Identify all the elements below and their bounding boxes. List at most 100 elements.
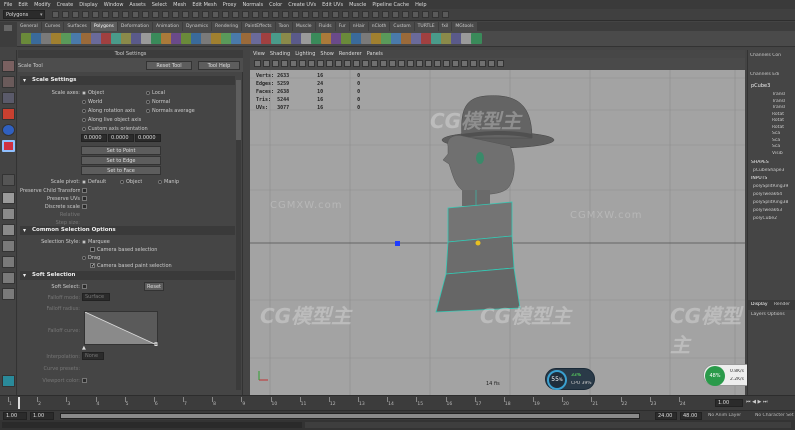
viewport-tool-icon[interactable] [290,60,297,67]
status-line-icon[interactable] [82,11,89,18]
status-line-icon[interactable] [442,11,449,18]
shelf-tab[interactable]: Deformation [117,22,152,31]
section-common-selection[interactable]: Common Selection Options [20,226,235,235]
status-line-icon[interactable] [242,11,249,18]
viewport-tool-icon[interactable] [254,60,261,67]
menu-item[interactable]: Edit [18,2,28,8]
paint-select-icon[interactable] [2,92,15,104]
shelf-tab[interactable]: Custom [390,22,414,31]
viewport-tool-icon[interactable] [326,60,333,67]
camera-paint-checkbox[interactable]: ✓ Camera based paint selection [90,263,172,269]
viewport-menu-item[interactable]: Shading [270,50,290,58]
menu-item[interactable]: Edit UVs [322,2,343,8]
shelf-tab[interactable]: Curves [41,22,64,31]
viewport-tool-icon[interactable] [371,60,378,67]
menu-item[interactable]: Mesh [173,2,186,8]
status-line-icon[interactable] [162,11,169,18]
axis-normal-radio[interactable]: Normal [146,99,170,105]
falloff-mode-dropdown[interactable]: Surface [82,293,110,301]
status-line-icon[interactable] [122,11,129,18]
scale-tool-icon[interactable] [2,140,15,152]
viewport-tool-icon[interactable] [272,60,279,67]
reset-tool-button[interactable]: Reset Tool [146,61,192,70]
channels-menu-item[interactable]: Channels [750,72,771,77]
channels-menu[interactable]: Channels Edi [750,72,779,77]
discrete-scale-checkbox[interactable] [82,204,87,209]
scroll-thumb[interactable] [236,80,241,140]
status-line-icon[interactable] [262,11,269,18]
channel-attribute[interactable]: Transl [772,92,785,97]
shelf-tab[interactable]: nHair [349,22,368,31]
status-line-icon[interactable] [292,11,299,18]
status-line-icon[interactable] [62,11,69,18]
options-menu-item[interactable]: Options [767,312,784,317]
menu-item[interactable]: Color [269,2,282,8]
mel-input[interactable] [2,422,302,428]
viewport-tool-icon[interactable] [353,60,360,67]
rotate-tool-icon[interactable] [2,124,15,136]
status-line-icon[interactable] [352,11,359,18]
tool-help-button[interactable]: Tool Help [198,61,240,70]
end-time-field[interactable]: 48.00 [680,412,702,420]
command-line[interactable] [0,420,795,430]
axis-live-radio[interactable]: Along live object axis [82,117,141,123]
status-line-icon[interactable] [322,11,329,18]
viewport-tool-icon[interactable] [317,60,324,67]
shelf-tab[interactable]: MGtools [452,22,477,31]
status-line-icon[interactable] [72,11,79,18]
shelf-tab[interactable]: Polygons [90,22,117,31]
layout-persp-graph-icon[interactable] [2,288,15,300]
channel-attribute[interactable]: Sca [772,138,780,143]
menu-item[interactable]: Edit Mesh [192,2,216,8]
viewport-tool-icon[interactable] [452,60,459,67]
viewport-tool-icon[interactable] [470,60,477,67]
shelf-tab[interactable]: PaintEffects [242,22,275,31]
status-line-icon[interactable] [212,11,219,18]
channel-attribute[interactable]: Rotat [772,125,784,130]
menu-item[interactable]: Window [104,2,124,8]
current-time-marker[interactable] [18,397,20,409]
status-line-icon[interactable] [192,11,199,18]
status-line-icon[interactable] [412,11,419,18]
channel-attribute[interactable]: Sca [772,131,780,136]
start-time-field[interactable]: 1.00 [3,412,27,420]
status-line-icon[interactable] [402,11,409,18]
menu-item[interactable]: Pipeline Cache [372,2,409,8]
status-line-icon[interactable] [252,11,259,18]
shelf-tool-icon[interactable] [471,33,482,44]
channel-attribute[interactable]: Rotat [772,118,784,123]
viewport-tool-icon[interactable] [335,60,342,67]
object-name[interactable]: pCube3 [751,83,770,89]
soft-select-checkbox[interactable] [82,284,87,289]
drag-radio[interactable]: Drag [82,255,100,261]
shelf-tab[interactable]: General [17,22,41,31]
set-to-point-button[interactable]: Set to Point [81,146,161,155]
custom-axis-x-field[interactable]: 0.0000 [81,134,107,142]
render-icon[interactable] [2,375,15,387]
status-line-icon[interactable] [312,11,319,18]
shelf-tab[interactable]: nCloth [368,22,390,31]
perspective-viewport[interactable]: View Shading Lighting Show Renderer Panels Ve… [250,50,745,395]
status-line-icon[interactable] [422,11,429,18]
channel-attribute[interactable]: Sca [772,144,780,149]
viewport-tool-icon[interactable] [488,60,495,67]
playback-controls[interactable]: ⏮ ◀ ▶ ⏭ [746,399,794,408]
axis-normals-avg-radio[interactable]: Normals average [146,108,195,114]
viewport-tool-icon[interactable] [461,60,468,67]
tab-display[interactable]: Display [751,302,768,307]
set-to-edge-button[interactable]: Set to Edge [81,156,161,165]
viewport-tool-icon[interactable] [263,60,270,67]
menu-item[interactable]: Create UVs [288,2,316,8]
shelf-tab[interactable]: Toon [275,22,292,31]
lasso-tool-icon[interactable] [2,76,15,88]
pivot-default-radio[interactable]: Default [82,179,106,185]
viewport-tool-icon[interactable] [425,60,432,67]
custom-axis-y-field[interactable]: 0.0000 [108,134,134,142]
playback-end-field[interactable]: 24.00 [655,412,677,420]
menu-item[interactable]: Select [152,2,167,8]
time-slider[interactable]: 1 2 3 4 5 6 7 8 9 10 11 12 13 14 15 16 17 18 19 20 21 22 23 24 … [0,395,795,410]
viewport-tool-icon[interactable] [398,60,405,67]
soft-reset-button[interactable]: Reset [144,282,164,291]
viewport-tool-icon[interactable] [308,60,315,67]
preserve-child-checkbox[interactable] [82,188,87,193]
